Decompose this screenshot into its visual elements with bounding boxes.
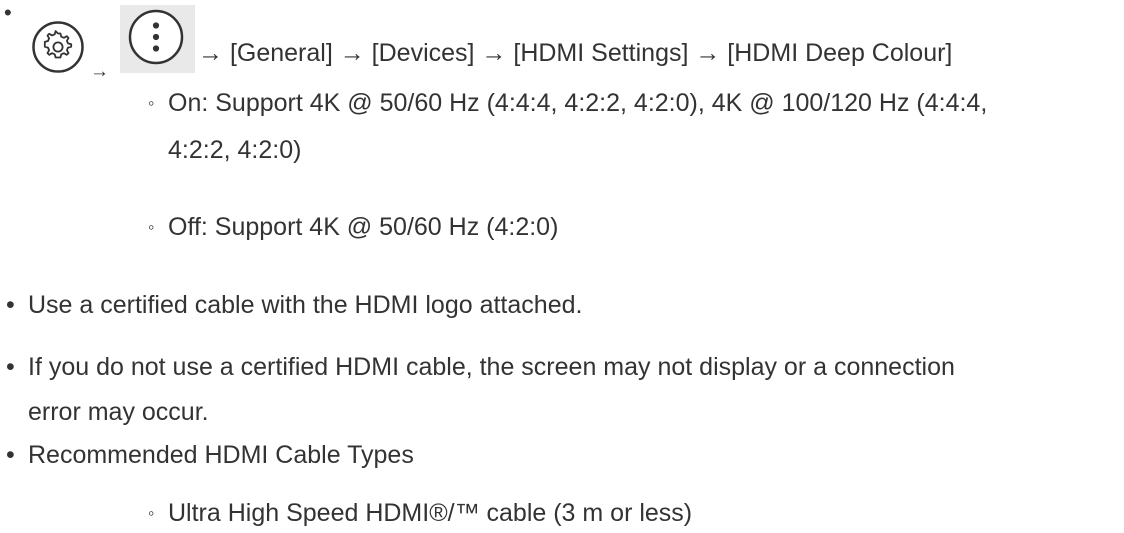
bullet: • [6,291,15,319]
bullet: • [4,0,12,25]
sub-bullet: ◦ [148,503,155,523]
menu-path-steps: → [General] → [Devices] → [HDMI Settings… [198,39,953,67]
more-options-icon [128,9,184,65]
option-off-text: Off: Support 4K @ 50/60 Hz (4:2:0) [168,213,559,241]
arrow-separator: → [90,61,109,82]
sub-bullet: ◦ [148,217,155,237]
option-on-text: On: Support 4K @ 50/60 Hz (4:4:4, 4:2:2,… [168,89,988,117]
recommended-cable-heading-text: Recommended HDMI Cable Types [28,441,414,469]
note-certified-cable-text: Use a certified cable with the HDMI logo… [28,291,583,319]
option-on: ◦ On: Support 4K @ 50/60 Hz (4:4:4, 4:2:2… [148,84,987,122]
option-off: ◦ Off: Support 4K @ 50/60 Hz (4:2:0) [148,208,558,246]
bullet: • [6,353,15,381]
cable-type-text: Ultra High Speed HDMI®/™ cable (3 m or l… [168,499,693,527]
note-uncertified-cable-text: If you do not use a certified HDMI cable… [28,353,955,381]
cable-type-item: ◦ Ultra High Speed HDMI®/™ cable (3 m or … [148,494,692,532]
settings-gear-icon [32,21,84,73]
option-on-continued: 4:2:2, 4:2:0) [168,136,302,164]
note-uncertified-cable-continued: error may occur. [28,398,209,426]
bullet: • [6,441,15,469]
note-certified-cable: • Use a certified cable with the HDMI log… [6,286,582,324]
note-uncertified-cable: • If you do not use a certified HDMI cabl… [6,348,955,386]
menu-path-row: • → → [General] → [Devices] → [HDMI Sett… [0,0,1124,82]
recommended-cable-heading: • Recommended HDMI Cable Types [6,436,414,474]
sub-bullet: ◦ [148,93,155,113]
